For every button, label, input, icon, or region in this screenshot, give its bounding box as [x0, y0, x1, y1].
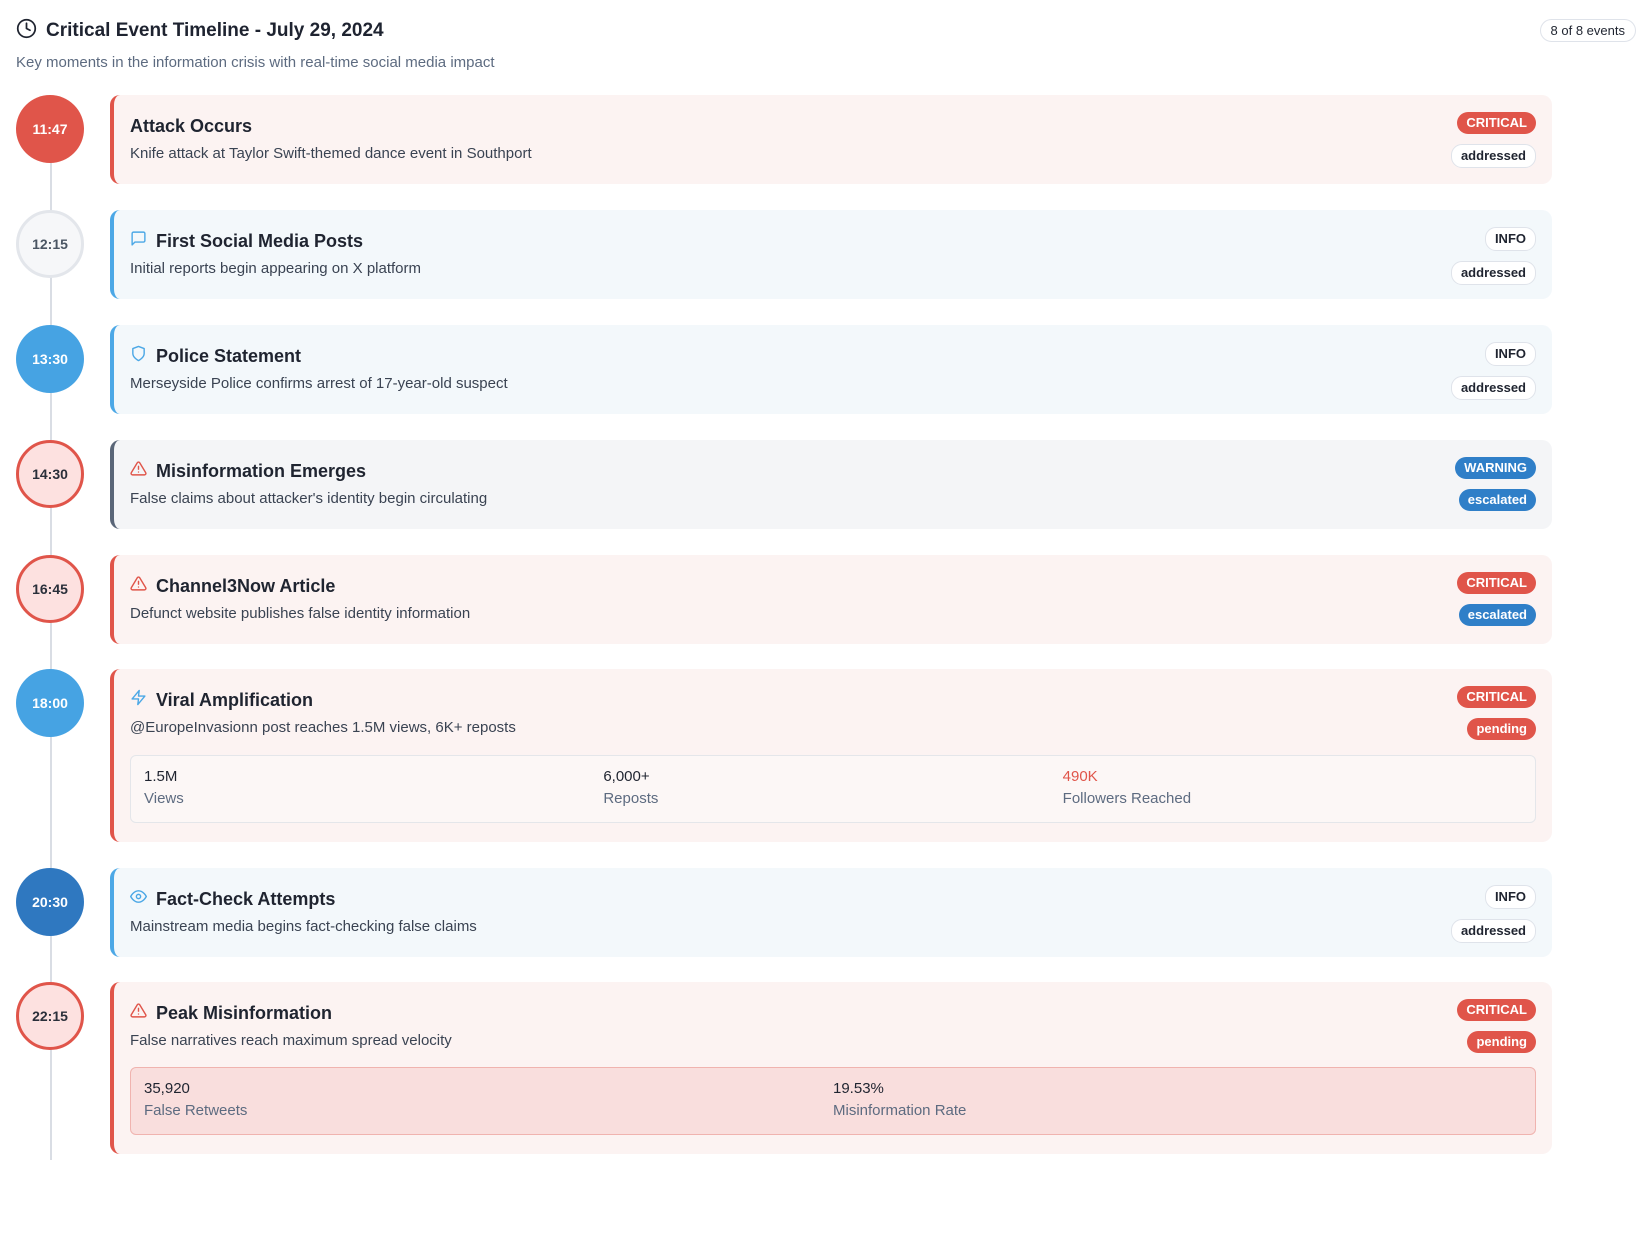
metrics-panel: 1.5M Views 6,000+ Reposts 490K Followers… [130, 755, 1536, 823]
severity-badge: INFO [1484, 227, 1536, 251]
event-card[interactable]: Fact-Check Attempts Mainstream media beg… [110, 868, 1552, 957]
severity-badge: CRITICAL [1457, 686, 1536, 708]
event-title: Police Statement [156, 345, 302, 366]
event-card[interactable]: Channel3Now Article Defunct website publ… [110, 555, 1552, 644]
event-title: Attack Occurs [130, 115, 253, 136]
message-icon [130, 230, 147, 252]
event-card[interactable]: Police Statement Merseyside Police confi… [110, 325, 1552, 414]
event-time-marker: 14:30 [16, 440, 84, 508]
metric-value: 1.5M [144, 768, 178, 785]
metric-value: 6,000+ [603, 768, 650, 785]
metric-label: Reposts [603, 790, 659, 807]
status-badge: pending [1467, 718, 1536, 740]
severity-badge: INFO [1484, 885, 1536, 909]
metric-misinformation-rate: 19.53% Misinformation Rate [833, 1080, 1522, 1122]
event-card[interactable]: Misinformation Emerges False claims abou… [110, 440, 1552, 529]
metric-false-retweets: 35,920 False Retweets [144, 1080, 833, 1122]
event-description: False claims about attacker's identity b… [130, 490, 488, 507]
severity-badge: WARNING [1455, 457, 1536, 479]
status-badge: addressed [1450, 144, 1536, 168]
eye-icon [130, 888, 147, 910]
metric-label: False Retweets [144, 1102, 248, 1119]
warning-icon [130, 575, 147, 597]
event-title: Peak Misinformation [156, 1002, 333, 1023]
status-badge: escalated [1458, 489, 1536, 511]
event-title: Viral Amplification [156, 689, 314, 710]
severity-badge: INFO [1484, 342, 1536, 366]
clock-icon [16, 18, 37, 44]
page-title: Critical Event Timeline - July 29, 2024 [46, 20, 384, 41]
lightning-icon [130, 689, 147, 711]
event-time-marker: 20:30 [16, 868, 84, 936]
metric-value: 490K [1062, 768, 1098, 785]
metric-views: 1.5M Views [144, 768, 603, 810]
warning-icon [130, 460, 147, 482]
status-badge: addressed [1450, 376, 1536, 400]
event-count-badge: 8 of 8 events [1539, 19, 1636, 42]
status-badge: escalated [1458, 604, 1536, 626]
warning-icon [130, 1002, 147, 1024]
event-description: Merseyside Police confirms arrest of 17-… [130, 375, 508, 392]
event-title: Channel3Now Article [156, 575, 336, 596]
event-title: Fact-Check Attempts [156, 888, 336, 909]
event-title: Misinformation Emerges [156, 460, 367, 481]
event-time-marker: 18:00 [16, 669, 84, 737]
timeline-header: Critical Event Timeline - July 29, 2024 … [16, 18, 1636, 78]
event-description: @EuropeInvasionn post reaches 1.5M views… [130, 719, 516, 736]
metric-reposts: 6,000+ Reposts [603, 768, 1062, 810]
metric-followers-reached: 490K Followers Reached [1063, 768, 1522, 810]
event-description: Defunct website publishes false identity… [130, 605, 471, 622]
event-description: Mainstream media begins fact-checking fa… [130, 918, 477, 935]
event-time-marker: 13:30 [16, 325, 84, 393]
severity-badge: CRITICAL [1457, 112, 1536, 134]
severity-badge: CRITICAL [1457, 999, 1536, 1021]
event-description: False narratives reach maximum spread ve… [130, 1032, 452, 1049]
event-title: First Social Media Posts [156, 230, 364, 251]
metric-label: Views [144, 790, 184, 807]
shield-icon [130, 345, 147, 367]
event-time-marker: 22:15 [16, 982, 84, 1050]
status-badge: addressed [1450, 261, 1536, 285]
severity-badge: CRITICAL [1457, 572, 1536, 594]
metric-value: 19.53% [833, 1080, 884, 1097]
event-card[interactable]: Viral Amplification @EuropeInvasionn pos… [110, 669, 1552, 842]
status-badge: pending [1467, 1031, 1536, 1053]
page-subtitle: Key moments in the information crisis wi… [16, 54, 495, 71]
event-card[interactable]: Peak Misinformation False narratives rea… [110, 982, 1552, 1154]
event-time-marker: 11:47 [16, 95, 84, 163]
event-time-marker: 16:45 [16, 555, 84, 623]
event-card[interactable]: First Social Media Posts Initial reports… [110, 210, 1552, 299]
event-card[interactable]: Attack Occurs Knife attack at Taylor Swi… [110, 95, 1552, 184]
status-badge: addressed [1450, 919, 1536, 943]
event-description: Initial reports begin appearing on X pla… [130, 260, 422, 277]
metrics-panel: 35,920 False Retweets 19.53% Misinformat… [130, 1067, 1536, 1135]
metric-value: 35,920 [144, 1080, 190, 1097]
metric-label: Misinformation Rate [833, 1102, 967, 1119]
metric-label: Followers Reached [1062, 790, 1192, 807]
event-description: Knife attack at Taylor Swift-themed danc… [130, 145, 532, 162]
event-time-marker: 12:15 [16, 210, 84, 278]
